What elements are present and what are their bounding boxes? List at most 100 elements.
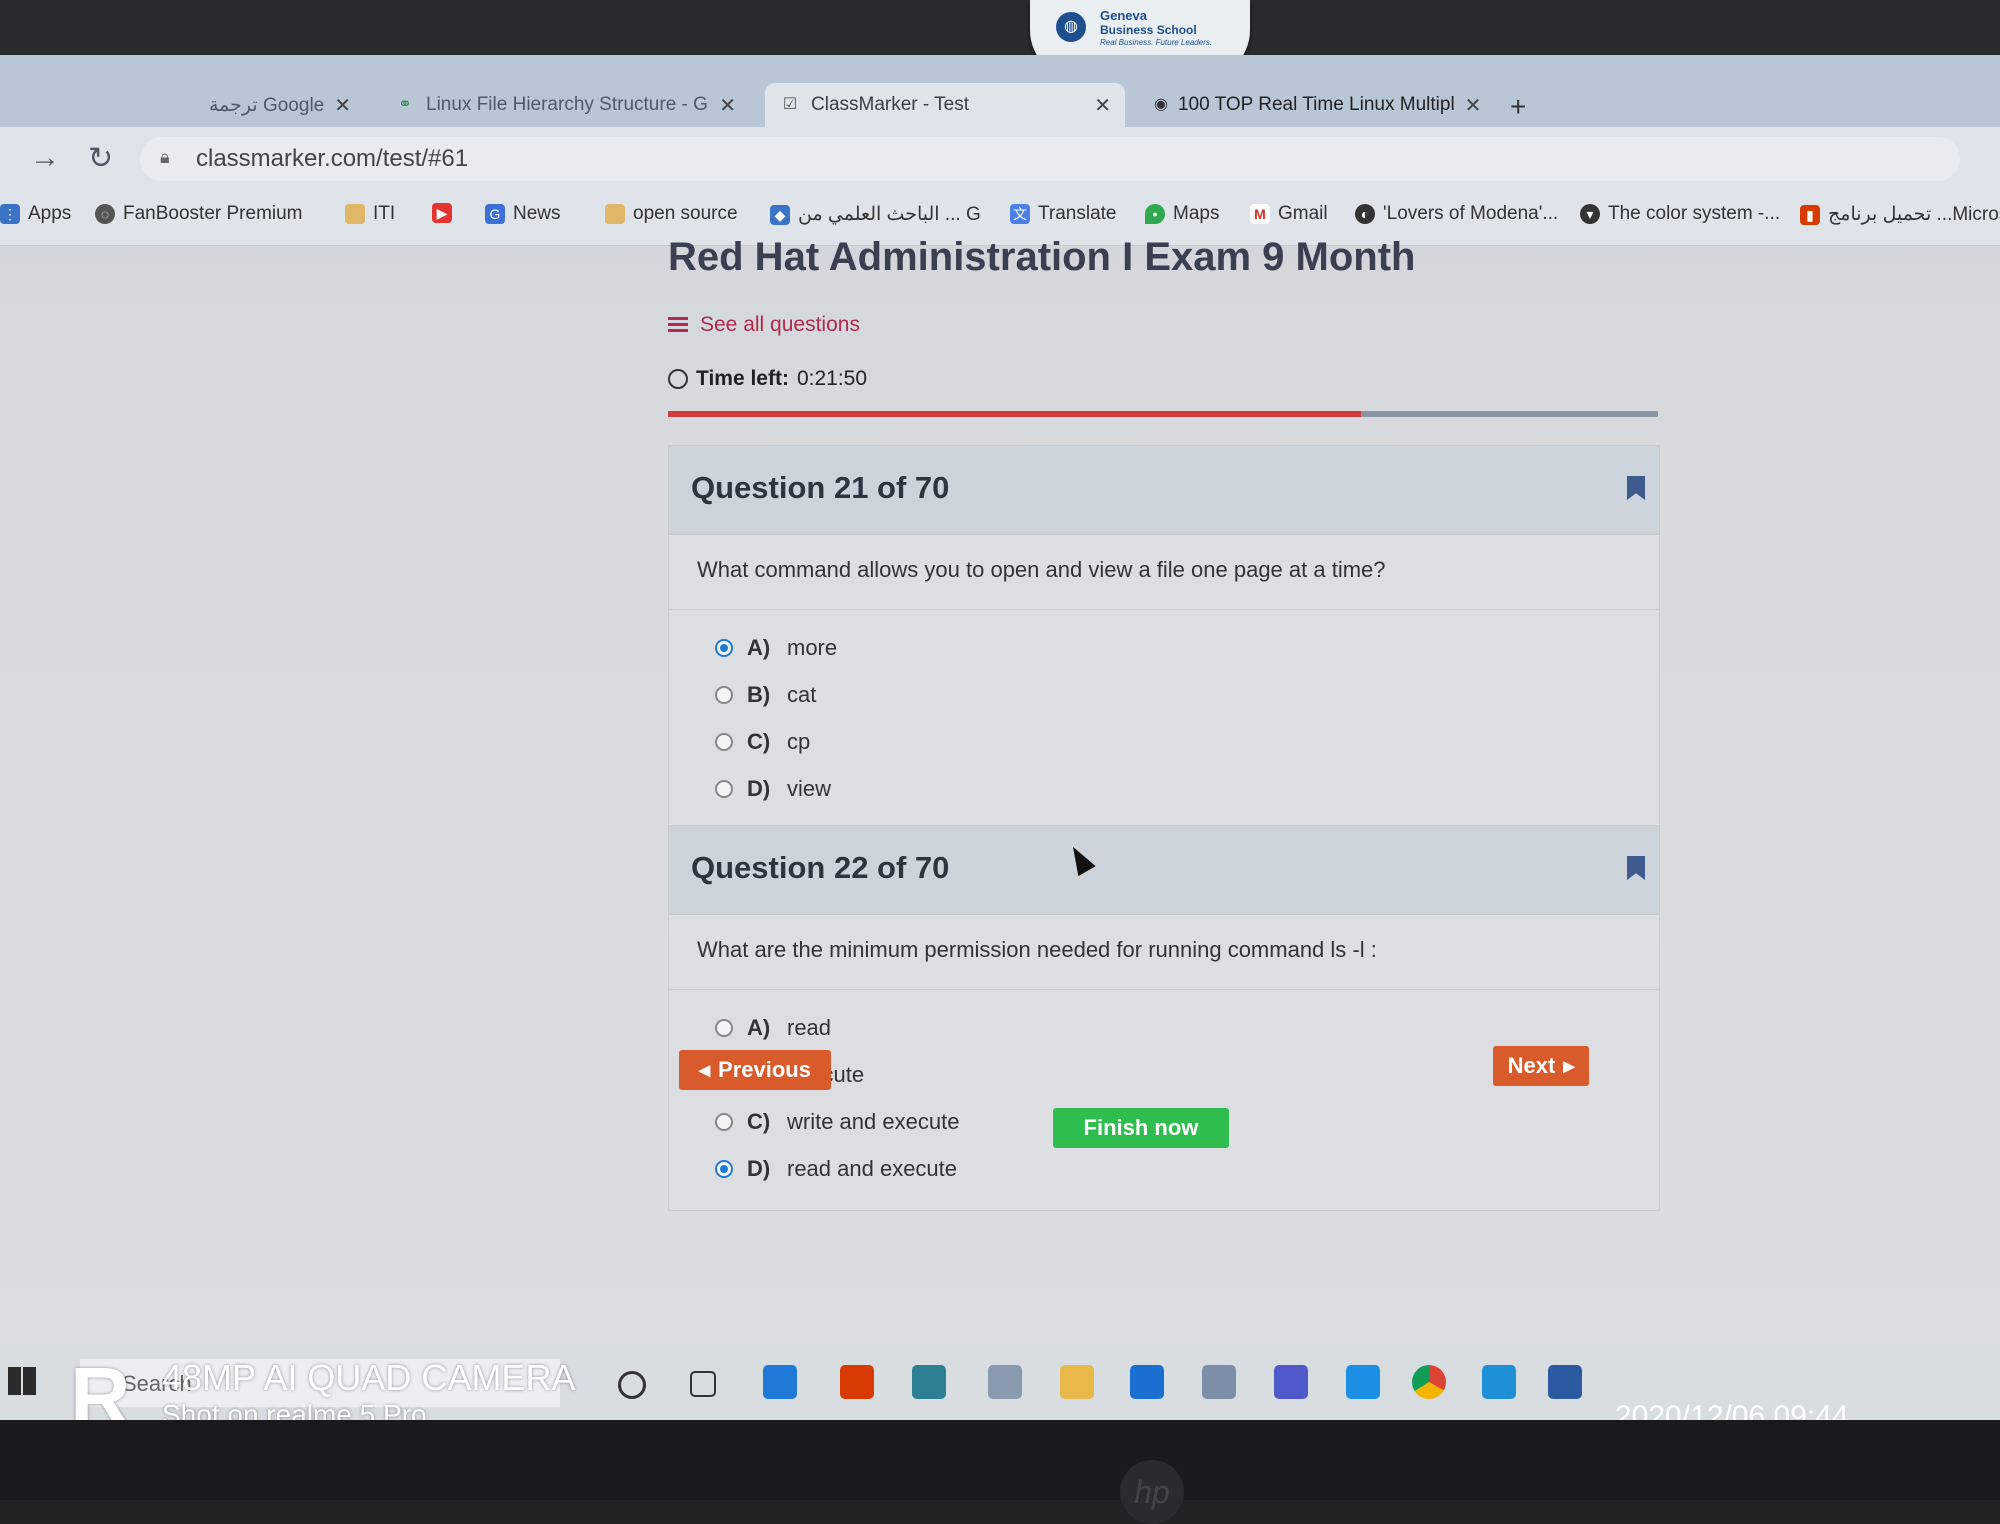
shield-icon: ▾	[1580, 204, 1600, 224]
task-view-icon[interactable]	[690, 1371, 716, 1397]
option-letter: C)	[747, 1108, 771, 1134]
bookmark-news[interactable]: G News	[485, 203, 561, 225]
tab-label: ClassMarker - Test	[811, 94, 970, 115]
answer-option[interactable]: D) view	[715, 765, 1659, 812]
hp-logo-icon: hp	[1120, 1460, 1184, 1524]
office-icon[interactable]	[840, 1365, 874, 1399]
bookmark-open-source[interactable]: open source	[605, 203, 738, 225]
answer-option[interactable]: C) cp	[715, 718, 1659, 765]
chrome-icon[interactable]	[1412, 1365, 1446, 1399]
youtube-icon: ▶	[432, 203, 452, 223]
close-icon[interactable]: ✕	[719, 93, 736, 118]
bookmark-microsoft[interactable]: ▮ تحميل برنامج ...Micros	[1800, 203, 2000, 226]
radio-button[interactable]	[715, 1112, 733, 1131]
monitor-bezel-top	[0, 0, 2000, 60]
tab-label: ترجمة Google	[209, 94, 325, 116]
url-text: classmarker.com/test/#61	[196, 145, 469, 172]
bookmark-lovers-of-modena[interactable]: ◐ 'Lovers of Modena'...	[1355, 203, 1558, 225]
reload-icon[interactable]: ↻	[88, 141, 113, 176]
option-letter: A)	[747, 634, 771, 660]
app-icon[interactable]	[1202, 1365, 1236, 1399]
bookmark-fanbooster[interactable]: ◌ FanBooster Premium	[95, 203, 303, 225]
teams-icon[interactable]	[1274, 1365, 1308, 1399]
bookmark-youtube[interactable]: ▶	[432, 203, 452, 223]
close-icon[interactable]: ✕	[1094, 93, 1111, 118]
checkbox-icon: ☑	[782, 96, 798, 113]
previous-button[interactable]: ◂ Previous	[679, 1050, 831, 1090]
option-label: write and execute	[787, 1108, 960, 1134]
exam-title: Red Hat Administration I Exam 9 Month	[668, 235, 1416, 279]
bookmark-flag-icon[interactable]	[1627, 476, 1645, 500]
option-label: read	[787, 1014, 832, 1040]
answer-options: A) more B) cat C) cp D) view	[669, 610, 1659, 830]
previous-label: Previous	[718, 1057, 811, 1082]
browser-toolbar: → ↻ 🔒︎ classmarker.com/test/#61	[0, 127, 2000, 191]
bookmark-color-system[interactable]: ▾ The color system -...	[1580, 203, 1780, 225]
globe-icon: ◐	[1355, 204, 1375, 224]
camera-label: 48MP AI QUAD CAMERA	[162, 1357, 576, 1398]
option-label: more	[787, 634, 838, 660]
bookmark-label: تحميل برنامج ...Micros	[1828, 204, 2000, 225]
close-icon[interactable]: ✕	[1465, 93, 1482, 118]
gmail-icon: M	[1250, 204, 1270, 224]
mail-icon[interactable]	[1130, 1365, 1164, 1399]
radio-button[interactable]	[715, 685, 733, 704]
bookmark-label: open source	[633, 203, 738, 224]
tab-linux-multiple[interactable]: ◉ 100 TOP Real Time Linux Multipl ✕	[1140, 83, 1495, 127]
bookmark-translate[interactable]: 文 Translate	[1010, 203, 1117, 225]
close-icon[interactable]: ✕	[334, 93, 351, 118]
folder-icon	[345, 204, 365, 224]
google-news-icon: G	[485, 204, 505, 224]
answer-option[interactable]: A) read	[715, 1004, 1659, 1051]
windows-start-icon[interactable]	[8, 1367, 36, 1395]
file-explorer-icon[interactable]	[1060, 1365, 1094, 1399]
time-left-label: Time left:	[696, 367, 789, 390]
option-letter: A)	[747, 1014, 771, 1040]
answer-option[interactable]: D) read and execute	[715, 1145, 1659, 1192]
bookmark-flag-icon[interactable]	[1627, 856, 1645, 880]
bookmark-apps[interactable]: ⋮ Apps	[0, 203, 71, 225]
globe-icon: ◉	[1154, 96, 1168, 113]
bookmark-gmail[interactable]: M Gmail	[1250, 203, 1328, 225]
tab-linux-hierarchy[interactable]: ⚭ Linux File Hierarchy Structure - G ✕	[380, 83, 750, 127]
office-icon: ▮	[1800, 204, 1820, 225]
next-label: Next	[1507, 1053, 1556, 1078]
option-letter: D)	[747, 775, 771, 801]
caret-right-icon: ▸	[1563, 1053, 1575, 1078]
answer-option[interactable]: A) more	[715, 624, 1659, 671]
see-all-questions-link[interactable]: See all questions	[668, 313, 860, 337]
radio-button[interactable]	[715, 638, 733, 657]
question-card: Question 21 of 70 What command allows yo…	[668, 445, 1660, 831]
bookmark-maps[interactable]: • Maps	[1145, 203, 1219, 225]
radio-button[interactable]	[715, 1159, 733, 1178]
new-tab-plus-icon[interactable]: +	[1510, 91, 1526, 123]
app-icon[interactable]	[988, 1365, 1022, 1399]
radio-button[interactable]	[715, 1018, 733, 1037]
tab-classmarker-test[interactable]: ☑ ClassMarker - Test ✕	[765, 83, 1125, 127]
screen: ترجمة Google ✕ ⚭ Linux File Hierarchy St…	[0, 55, 2000, 1420]
app-icon[interactable]	[1346, 1365, 1380, 1399]
radio-button[interactable]	[715, 732, 733, 751]
folder-icon	[605, 204, 625, 224]
forward-arrow-icon[interactable]: →	[30, 141, 60, 175]
app-icon[interactable]	[1548, 1365, 1582, 1399]
option-label: view	[787, 775, 832, 801]
answer-option[interactable]: B) cat	[715, 671, 1659, 718]
app-icon[interactable]	[763, 1365, 797, 1399]
sticker-tagline: Real Business. Future Leaders.	[1100, 38, 1213, 47]
bookmark-scholar[interactable]: ◆ الباحث العلمي من ... G	[770, 203, 981, 226]
answer-options: A) read B) execute C) write and execute …	[669, 990, 1659, 1210]
bookmark-iti[interactable]: ITI	[345, 203, 395, 225]
sticker-line1: Geneva	[1100, 8, 1147, 23]
tab-google-translate[interactable]: ترجمة Google ✕	[195, 83, 360, 127]
translate-icon: 文	[1010, 204, 1030, 224]
next-button[interactable]: Next ▸	[1493, 1046, 1589, 1086]
cortana-circle-icon[interactable]	[618, 1371, 646, 1399]
address-bar[interactable]: 🔒︎ classmarker.com/test/#61	[140, 137, 1960, 181]
store-icon[interactable]	[912, 1365, 946, 1399]
radio-button[interactable]	[715, 779, 733, 798]
finish-now-button[interactable]: Finish now	[1053, 1108, 1229, 1148]
vscode-icon[interactable]	[1482, 1365, 1516, 1399]
caret-left-icon: ◂	[699, 1057, 711, 1082]
time-progress-bar	[668, 411, 1658, 417]
